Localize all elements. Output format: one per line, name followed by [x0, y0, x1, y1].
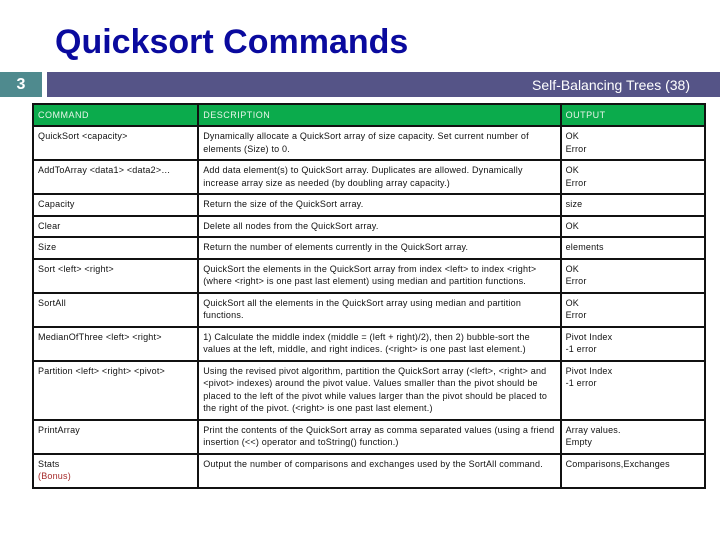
- command-name: Sort <left> <right>: [38, 263, 114, 274]
- output-cell: Pivot Index -1 error: [559, 325, 707, 362]
- output-value: Error: [565, 143, 587, 154]
- output-cell: OK Error: [559, 125, 707, 161]
- command-name: AddToArray <data1> <data2>…: [38, 165, 171, 175]
- output-cell: OK Error: [559, 257, 707, 294]
- description-cell: Output the number of comparisons and exc…: [197, 452, 562, 489]
- description-cell: QuickSort all the elements in the QuickS…: [197, 291, 562, 328]
- table-row: Partition <left> <right> <pivot> Using th…: [31, 359, 707, 421]
- output-value: Pivot Index: [565, 365, 613, 376]
- command-cell: Sort <left> <right>: [31, 257, 200, 294]
- slide-number: 3: [0, 72, 42, 97]
- command-name: Partition <left> <right> <pivot>: [38, 365, 165, 376]
- command-cell: Size: [31, 236, 200, 260]
- output-value: Error: [565, 177, 587, 188]
- column-header-command: COMMAND: [31, 103, 200, 127]
- description-cell: Return the number of elements currently …: [197, 236, 562, 260]
- description-cell: 1) Calculate the middle index (middle = …: [197, 325, 562, 362]
- output-value: Error: [565, 310, 587, 320]
- output-value: OK: [565, 297, 579, 308]
- output-value: OK: [565, 263, 579, 274]
- table-row: Sort <left> <right> QuickSort the element…: [31, 257, 707, 294]
- description-cell: Print the contents of the QuickSort arra…: [197, 418, 562, 455]
- output-value: Pivot Index: [565, 331, 613, 342]
- description-cell: Add data element(s) to QuickSort array. …: [197, 159, 562, 195]
- column-header-description: DESCRIPTION: [197, 103, 562, 127]
- commands-table: COMMAND DESCRIPTION OUTPUT QuickSort <ca…: [31, 103, 707, 489]
- command-cell: Clear: [31, 214, 200, 238]
- output-value: -1 error: [565, 378, 597, 388]
- command-name: Capacity: [38, 199, 75, 209]
- output-value: Comparisons,Exchanges: [565, 458, 670, 469]
- table-row: MedianOfThree <left> <right> 1) Calculate…: [31, 325, 707, 362]
- output-cell: OK Error: [559, 159, 707, 195]
- output-value: OK: [565, 131, 579, 141]
- table-row: Size Return the number of elements curren…: [31, 236, 707, 260]
- output-cell: elements: [559, 236, 707, 260]
- description-cell: Dynamically allocate a QuickSort array o…: [197, 125, 562, 161]
- table-row: QuickSort <capacity> Dynamically allocate…: [31, 125, 707, 161]
- output-cell: Comparisons,Exchanges: [559, 452, 707, 489]
- table-header-row: COMMAND DESCRIPTION OUTPUT: [31, 103, 707, 127]
- header-bar-text: Self-Balancing Trees (38): [532, 76, 690, 93]
- description-cell: Return the size of the QuickSort array.: [197, 193, 562, 217]
- output-cell: OK: [559, 214, 707, 238]
- command-name: QuickSort <capacity>: [38, 131, 128, 141]
- command-cell: MedianOfThree <left> <right>: [31, 325, 200, 362]
- output-value: Error: [565, 276, 587, 286]
- output-cell: Pivot Index -1 error: [559, 359, 707, 421]
- command-cell: PrintArray: [31, 418, 200, 455]
- command-name: Clear: [38, 220, 61, 231]
- command-cell: QuickSort <capacity>: [31, 125, 200, 161]
- command-name: Stats: [38, 458, 60, 469]
- output-cell: Array values. Empty: [559, 418, 707, 455]
- command-name: Size: [38, 242, 57, 252]
- bonus-label: (Bonus): [38, 471, 71, 481]
- command-cell: Capacity: [31, 193, 200, 217]
- output-value: Array values.: [565, 424, 621, 435]
- command-cell: AddToArray <data1> <data2>…: [31, 159, 200, 195]
- output-value: -1 error: [565, 344, 597, 354]
- command-name: MedianOfThree <left> <right>: [38, 331, 162, 342]
- output-cell: size: [559, 193, 707, 217]
- output-value: size: [565, 199, 583, 209]
- table-row: AddToArray <data1> <data2>… Add data elem…: [31, 159, 707, 195]
- output-value: Empty: [565, 437, 593, 447]
- table-row: SortAll QuickSort all the elements in the…: [31, 291, 707, 328]
- output-cell: OK Error: [559, 291, 707, 328]
- command-name: PrintArray: [38, 424, 81, 435]
- output-value: OK: [565, 165, 579, 175]
- slide-title: Quicksort Commands: [55, 23, 409, 61]
- table-body: QuickSort <capacity> Dynamically allocate…: [31, 125, 707, 489]
- table-row: PrintArray Print the contents of the Quic…: [31, 418, 707, 455]
- command-cell: Stats (Bonus): [31, 452, 200, 489]
- command-cell: Partition <left> <right> <pivot>: [31, 359, 200, 421]
- command-cell: SortAll: [31, 291, 200, 328]
- description-cell: QuickSort the elements in the QuickSort …: [197, 257, 562, 294]
- table-row: Capacity Return the size of the QuickSort…: [31, 193, 707, 217]
- output-value: OK: [565, 220, 579, 231]
- command-name: SortAll: [38, 297, 66, 308]
- header-bar: Self-Balancing Trees (38): [47, 72, 720, 97]
- description-cell: Using the revised pivot algorithm, parti…: [197, 359, 562, 421]
- table-row: Clear Delete all nodes from the QuickSort…: [31, 214, 707, 238]
- table-row: Stats (Bonus) Output the number of compari…: [31, 452, 707, 489]
- output-value: elements: [565, 242, 604, 252]
- description-cell: Delete all nodes from the QuickSort arra…: [197, 214, 562, 238]
- column-header-output: OUTPUT: [559, 103, 707, 127]
